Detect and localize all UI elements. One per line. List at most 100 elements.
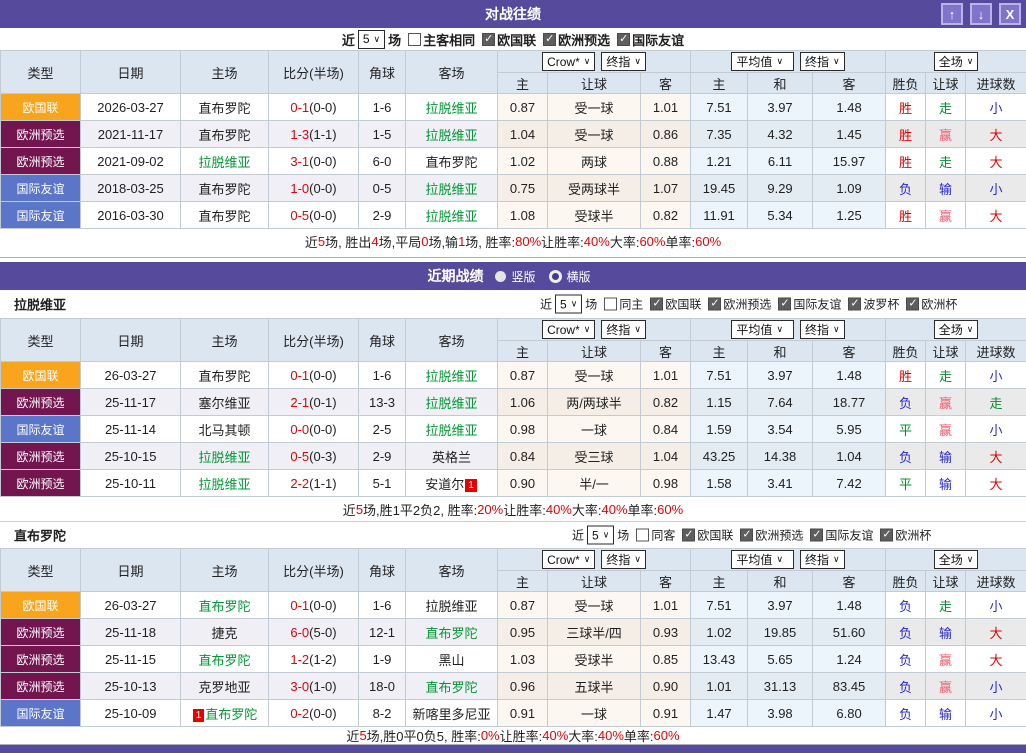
home-team-cell: 塞尔维亚 [181, 389, 269, 416]
match-type-cell: 国际友谊 [1, 175, 81, 202]
checked-checkbox-icon[interactable] [650, 298, 663, 311]
avg-home-cell: 1.47 [691, 700, 748, 727]
score-cell: 3-1(0-0) [269, 148, 359, 175]
unchecked-checkbox-icon[interactable] [604, 298, 617, 311]
h2h-table: 类型 日期 主场 比分(半场) 角球 客场 Crow*∨终指∨ 平均值∨终指∨ … [0, 50, 1026, 229]
latvia-count-select[interactable]: 5∨ [555, 295, 582, 314]
final-odds-select2[interactable]: 终指∨ [800, 550, 845, 569]
checked-checkbox-icon[interactable] [906, 298, 919, 311]
close-button[interactable]: X [999, 3, 1021, 25]
score-cell: 0-2(0-0) [269, 700, 359, 727]
avg-away-cell: 1.04 [813, 443, 886, 470]
col-avg-home: 主 [691, 341, 748, 362]
col-date: 日期 [81, 319, 181, 362]
bookmaker-select[interactable]: Crow*∨ [542, 320, 595, 339]
unchecked-checkbox-icon[interactable] [636, 529, 649, 542]
checkbox-label: 国际友谊 [632, 30, 684, 49]
checkbox-label: 欧洲杯 [921, 296, 957, 313]
checked-checkbox-icon[interactable] [848, 298, 861, 311]
checkbox-label: 同主 [619, 296, 643, 313]
final-odds-select2[interactable]: 终指∨ [800, 52, 845, 71]
checked-checkbox-icon[interactable] [617, 33, 630, 46]
match-date-cell: 2016-03-30 [81, 202, 181, 229]
col-corner: 角球 [359, 319, 406, 362]
result-wl-cell: 胜 [886, 94, 926, 121]
odds-away-cell: 0.82 [641, 389, 691, 416]
final-odds-select[interactable]: 终指∨ [601, 320, 646, 339]
score-cell: 3-0(1-0) [269, 673, 359, 700]
checkbox-label: 欧国联 [497, 30, 536, 49]
average-select[interactable]: 平均值∨ [731, 320, 794, 339]
checkbox-label: 国际友谊 [793, 296, 841, 313]
home-team-cell: 拉脱维亚 [181, 470, 269, 497]
odds-home-cell: 0.75 [498, 175, 548, 202]
summary-segment: 大率: [568, 726, 598, 745]
avg-group-header: 平均值∨ 终指∨ [691, 319, 886, 341]
avg-away-cell: 51.60 [813, 619, 886, 646]
checked-checkbox-icon[interactable] [810, 529, 823, 542]
final-odds-select2[interactable]: 终指∨ [800, 320, 845, 339]
summary-segment: 1 [458, 234, 465, 249]
odds-handicap-cell: 两球 [548, 148, 641, 175]
odds-home-cell: 0.98 [498, 416, 548, 443]
scope-select[interactable]: 全场∨ [934, 320, 979, 339]
col-avg-away: 客 [813, 341, 886, 362]
move-up-button[interactable]: ↑ [941, 3, 963, 25]
average-select[interactable]: 平均值∨ [731, 550, 794, 569]
match-row: 欧洲预选25-10-15拉脱维亚0-5(0-3)2-9英格兰0.84受三球1.0… [1, 443, 1026, 470]
chevron-down-icon: ∨ [634, 56, 641, 67]
average-select[interactable]: 平均值∨ [731, 52, 794, 71]
bookmaker-select[interactable]: Crow*∨ [542, 550, 595, 569]
avg-draw-cell: 7.64 [748, 389, 813, 416]
move-down-button[interactable]: ↓ [970, 3, 992, 25]
rank-badge: 1 [193, 709, 205, 722]
games-label: 场 [617, 527, 629, 544]
summary-segment: 场, 胜率: [465, 232, 515, 251]
checked-checkbox-icon[interactable] [682, 529, 695, 542]
score-cell: 0-5(0-0) [269, 202, 359, 229]
final-odds-select[interactable]: 终指∨ [601, 52, 646, 71]
bookmaker-select[interactable]: Crow*∨ [542, 52, 595, 71]
unselected-radio-icon[interactable] [495, 271, 506, 282]
avg-draw-cell: 3.97 [748, 362, 813, 389]
match-row: 欧洲预选2021-09-02拉脱维亚3-1(0-0)6-0直布罗陀1.02两球0… [1, 148, 1026, 175]
match-date-cell: 25-11-14 [81, 416, 181, 443]
result-handicap-cell: 走 [926, 362, 966, 389]
result-goals-cell: 小 [966, 175, 1026, 202]
arrow-down-icon: ↓ [978, 7, 985, 22]
checked-checkbox-icon[interactable] [740, 529, 753, 542]
gibraltar-count-select[interactable]: 5∨ [587, 526, 614, 545]
unchecked-checkbox-icon[interactable] [408, 33, 421, 46]
checked-checkbox-icon[interactable] [778, 298, 791, 311]
col-date: 日期 [81, 51, 181, 94]
checked-checkbox-icon[interactable] [543, 33, 556, 46]
odds-away-cell: 1.07 [641, 175, 691, 202]
checked-checkbox-icon[interactable] [880, 529, 893, 542]
scope-select[interactable]: 全场∨ [934, 52, 979, 71]
avg-home-cell: 7.51 [691, 592, 748, 619]
odds-home-cell: 0.87 [498, 362, 548, 389]
col-avg-away: 客 [813, 571, 886, 592]
checked-checkbox-icon[interactable] [708, 298, 721, 311]
odds-away-cell: 0.93 [641, 619, 691, 646]
avg-home-cell: 1.01 [691, 673, 748, 700]
h2h-count-select[interactable]: 5∨ [358, 30, 385, 49]
odds-group-header: Crow*∨ 终指∨ [498, 319, 691, 341]
selected-radio-icon[interactable] [549, 270, 562, 283]
home-team-cell: 直布罗陀 [181, 94, 269, 121]
corner-cell: 1-6 [359, 94, 406, 121]
away-team-cell: 直布罗陀 [406, 619, 498, 646]
col-corner: 角球 [359, 51, 406, 94]
chevron-down-icon: ∨ [374, 34, 381, 45]
odds-away-cell: 1.01 [641, 94, 691, 121]
odds-away-cell: 0.90 [641, 673, 691, 700]
h2h-titlebar: 对战往绩 ↑ ↓ X [0, 0, 1026, 28]
titlebar-buttons: ↑ ↓ X [941, 3, 1021, 25]
odds-handicap-cell: 受一球 [548, 94, 641, 121]
result-wl-cell: 平 [886, 416, 926, 443]
checked-checkbox-icon[interactable] [482, 33, 495, 46]
score-cell: 2-1(0-1) [269, 389, 359, 416]
final-odds-select[interactable]: 终指∨ [601, 550, 646, 569]
result-wl-cell: 胜 [886, 202, 926, 229]
scope-select[interactable]: 全场∨ [934, 550, 979, 569]
